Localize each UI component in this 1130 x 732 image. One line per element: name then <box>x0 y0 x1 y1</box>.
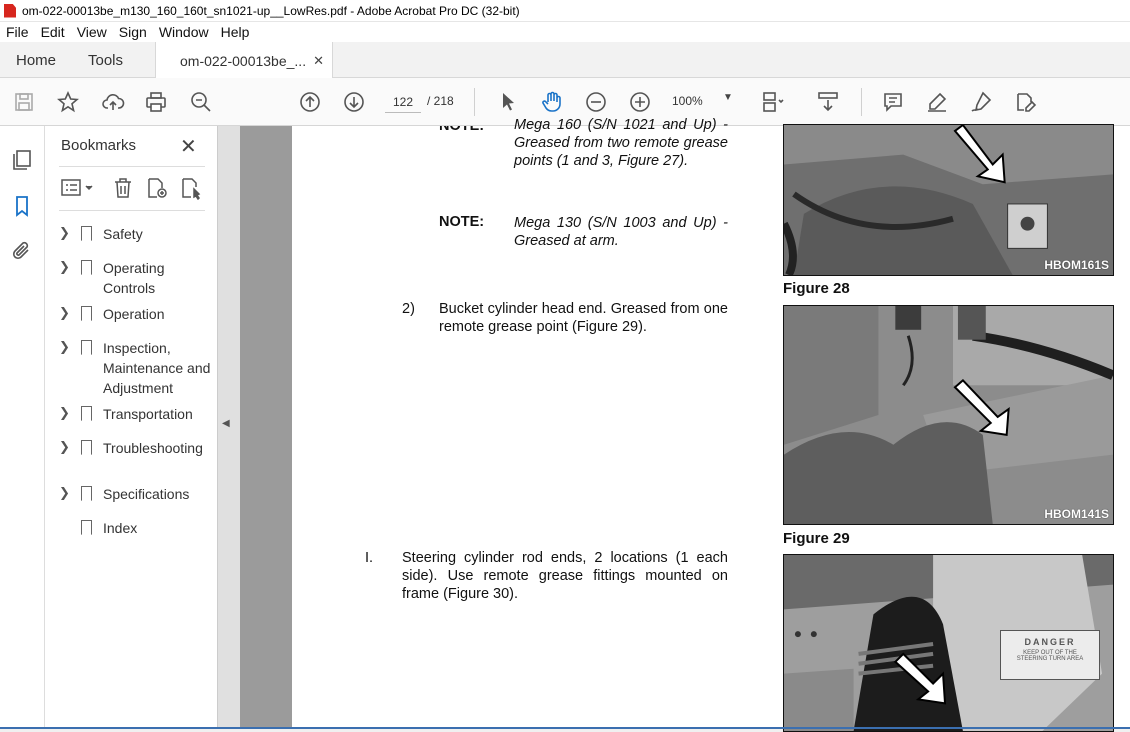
zoom-level[interactable]: 100% <box>672 94 703 108</box>
print-icon[interactable] <box>144 90 168 114</box>
bookmark-icon <box>81 406 92 421</box>
new-bookmark-icon[interactable] <box>145 176 169 200</box>
fill-sign-icon[interactable] <box>1013 90 1037 114</box>
menu-bar: File Edit View Sign Window Help <box>0 22 1130 42</box>
chevron-right-icon[interactable]: ❯ <box>59 439 70 455</box>
close-panel-icon[interactable]: ✕ <box>180 134 197 159</box>
chevron-right-icon[interactable]: ❯ <box>59 225 70 241</box>
title-bar: om-022-00013be_m130_160_160t_sn1021-up__… <box>0 0 1130 22</box>
star-icon[interactable] <box>56 90 80 114</box>
select-cursor-icon[interactable] <box>496 90 520 114</box>
acrobat-pdf-icon <box>4 3 16 18</box>
menu-window[interactable]: Window <box>159 24 209 40</box>
page-total: / 218 <box>427 94 454 108</box>
bookmark-label[interactable]: Troubleshooting <box>103 438 213 458</box>
toolbar-divider <box>861 88 862 116</box>
bookmark-label[interactable]: Index <box>103 518 213 538</box>
note2-text: Mega 130 (S/N 1003 and Up) - Greased at … <box>514 215 728 250</box>
bookmark-label[interactable]: Safety <box>103 224 213 244</box>
panel-divider <box>59 210 205 211</box>
chevron-right-icon[interactable]: ❯ <box>59 259 70 275</box>
figure-29-code: HBOM141S <box>1044 507 1109 521</box>
tab-home[interactable]: Home <box>16 42 56 78</box>
figure-29-caption: Figure 29 <box>783 530 850 547</box>
tab-document-label: om-022-00013be_... <box>180 52 307 69</box>
comment-icon[interactable] <box>881 90 905 114</box>
bookmark-icon <box>81 486 92 501</box>
bookmark-icon <box>81 306 92 321</box>
bookmark-icon <box>81 260 92 275</box>
bookmark-label[interactable]: Operating Controls <box>103 258 213 298</box>
page-layout-icon[interactable] <box>760 90 784 114</box>
document-viewer[interactable]: Mega 160 (S/N 1021 and Up) - Greased fro… <box>218 117 1130 732</box>
itemI-number: I. <box>365 550 374 566</box>
save-icon[interactable] <box>12 90 36 114</box>
danger-decal-title: DANGER <box>1024 637 1076 647</box>
menu-help[interactable]: Help <box>221 24 250 40</box>
chevron-down-icon[interactable]: ▼ <box>723 92 733 103</box>
bookmark-icon <box>81 340 92 355</box>
tab-bar: Home Tools om-022-00013be_... ✕ <box>0 42 1130 79</box>
previous-page-icon[interactable] <box>298 90 322 114</box>
chevron-right-icon[interactable]: ❯ <box>59 405 70 421</box>
bookmarks-icon[interactable] <box>10 194 34 218</box>
menu-view[interactable]: View <box>77 24 107 40</box>
window-title: om-022-00013be_m130_160_160t_sn1021-up__… <box>22 3 520 18</box>
tab-tools[interactable]: Tools <box>88 42 123 78</box>
note1-text: Mega 160 (S/N 1021 and Up) - Greased fro… <box>514 117 728 170</box>
item2-text: Bucket cylinder head end. Greased from o… <box>439 301 728 336</box>
menu-sign[interactable]: Sign <box>119 24 147 40</box>
itemI-text: Steering cylinder rod ends, 2 locations … <box>402 550 728 603</box>
scroll-mode-icon[interactable] <box>816 90 840 114</box>
figure-30-photo: DANGER KEEP OUT OF THE STEERING TURN ARE… <box>783 554 1114 732</box>
page-gutter <box>240 126 292 729</box>
hand-tool-icon[interactable] <box>540 90 564 114</box>
cloud-upload-icon[interactable] <box>101 90 125 114</box>
collapse-panel-icon[interactable]: ◀ <box>222 418 230 429</box>
zoom-out-icon[interactable] <box>584 90 608 114</box>
bookmark-label[interactable]: Specifications <box>103 484 213 504</box>
pdf-page[interactable]: Mega 160 (S/N 1021 and Up) - Greased fro… <box>292 117 1130 732</box>
chevron-right-icon[interactable]: ❯ <box>59 339 70 355</box>
bookmark-label[interactable]: Inspection, Maintenance and Adjustment <box>103 338 213 398</box>
chevron-right-icon[interactable]: ❯ <box>59 485 70 501</box>
bookmark-label[interactable]: Transportation <box>103 404 213 424</box>
note2-label: NOTE: <box>439 214 485 230</box>
figure-29-photo: HBOM141S <box>783 305 1114 525</box>
bookmark-icon <box>81 226 92 241</box>
chevron-right-icon[interactable]: ❯ <box>59 305 70 321</box>
menu-file[interactable]: File <box>6 24 29 40</box>
bookmark-icon <box>81 520 92 535</box>
close-tab-icon[interactable]: ✕ <box>313 53 324 69</box>
bookmark-options-icon[interactable] <box>61 176 99 200</box>
toolbar-divider <box>474 88 475 116</box>
draw-sign-icon[interactable] <box>969 90 993 114</box>
zoom-in-icon[interactable] <box>628 90 652 114</box>
bookmark-search-icon[interactable] <box>179 176 203 201</box>
figure-28-photo: HBOM161S <box>783 124 1114 276</box>
navigation-rail <box>0 126 45 729</box>
delete-bookmark-icon[interactable] <box>111 176 135 200</box>
bookmarks-panel-title: Bookmarks <box>61 137 137 154</box>
bookmark-icon <box>81 440 92 455</box>
panel-divider <box>59 166 205 167</box>
page-number-input[interactable] <box>385 91 421 113</box>
item2-number: 2) <box>402 301 415 317</box>
bookmarks-panel: Bookmarks ✕ ❯ Safety ❯ Operating Control… <box>45 126 218 729</box>
attachments-icon[interactable] <box>10 239 34 263</box>
danger-decal-text: KEEP OUT OF THE STEERING TURN AREA <box>1016 650 1084 662</box>
next-page-icon[interactable] <box>342 90 366 114</box>
bookmark-label[interactable]: Operation <box>103 304 213 324</box>
tab-document[interactable]: om-022-00013be_... ✕ <box>155 42 333 79</box>
figure-28-caption: Figure 28 <box>783 280 850 297</box>
highlight-pen-icon[interactable] <box>925 90 949 114</box>
search-zoom-icon[interactable] <box>189 90 213 114</box>
page-thumbnails-icon[interactable] <box>10 148 34 172</box>
menu-edit[interactable]: Edit <box>41 24 65 40</box>
danger-decal: DANGER KEEP OUT OF THE STEERING TURN ARE… <box>1000 630 1100 680</box>
figure-28-code: HBOM161S <box>1044 258 1109 272</box>
